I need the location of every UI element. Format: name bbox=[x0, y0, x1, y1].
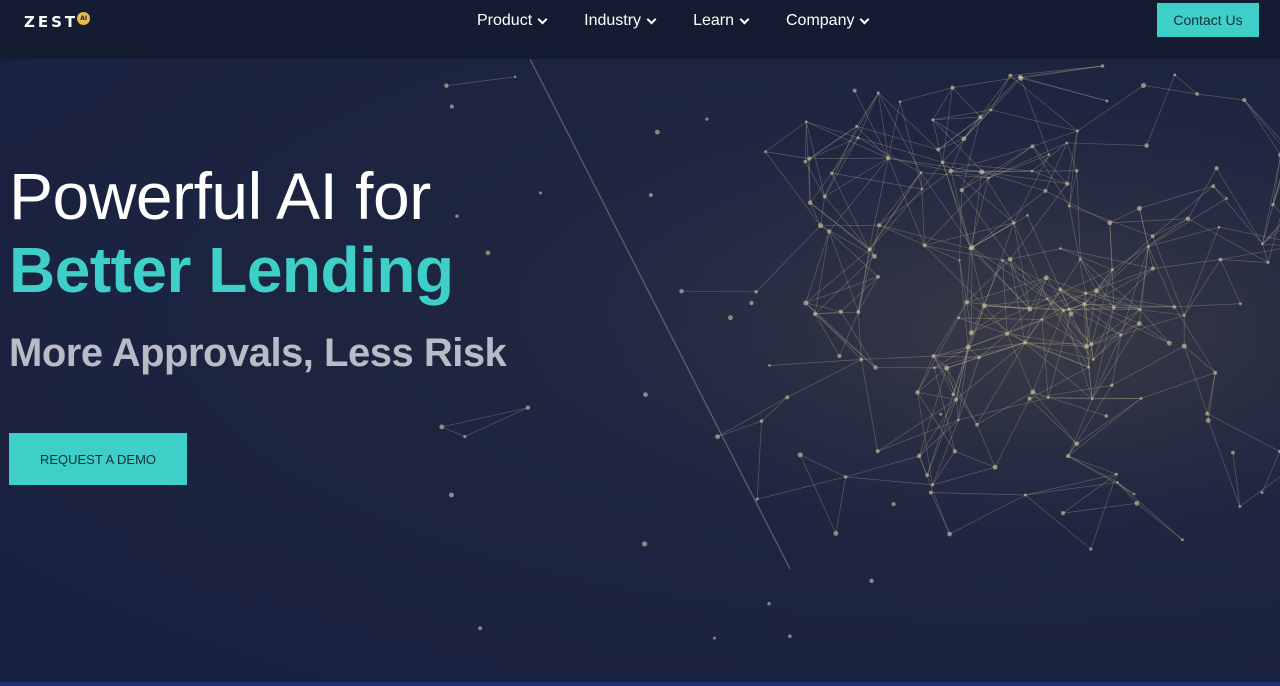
chevron-down-icon bbox=[739, 14, 750, 24]
nav-learn-label: Learn bbox=[693, 12, 734, 29]
zest-logo[interactable]: ZEST AI bbox=[24, 11, 91, 32]
hero-title-line2: Better Lending bbox=[9, 234, 454, 306]
logo-ai-badge: AI bbox=[77, 11, 91, 25]
bottom-divider bbox=[0, 682, 1280, 686]
page: ZEST AI Product Industry Learn Company C… bbox=[0, 0, 1280, 686]
hero-heading: Powerful AI for Better Lending bbox=[9, 160, 454, 308]
chevron-down-icon bbox=[860, 14, 870, 24]
hero-subtitle: More Approvals, Less Risk bbox=[9, 331, 507, 375]
nav-company-label: Company bbox=[785, 12, 855, 29]
site-header: ZEST AI Product Industry Learn Company C… bbox=[0, 0, 1280, 59]
main-nav: Product Industry Learn Company bbox=[477, 0, 870, 42]
nav-industry[interactable]: Industry bbox=[584, 12, 657, 30]
nav-product-label: Product bbox=[477, 12, 533, 29]
nav-product[interactable]: Product bbox=[477, 12, 548, 30]
logo-wordmark: ZEST bbox=[24, 13, 79, 31]
nav-industry-label: Industry bbox=[584, 12, 642, 29]
nav-company[interactable]: Company bbox=[785, 12, 870, 30]
chevron-down-icon bbox=[646, 14, 657, 24]
hero-title-line1: Powerful AI for bbox=[9, 159, 431, 233]
nav-learn[interactable]: Learn bbox=[693, 12, 750, 30]
request-demo-button[interactable]: REQUEST A DEMO bbox=[9, 433, 187, 485]
chevron-down-icon bbox=[537, 14, 548, 24]
contact-us-button[interactable]: Contact Us bbox=[1157, 3, 1259, 37]
